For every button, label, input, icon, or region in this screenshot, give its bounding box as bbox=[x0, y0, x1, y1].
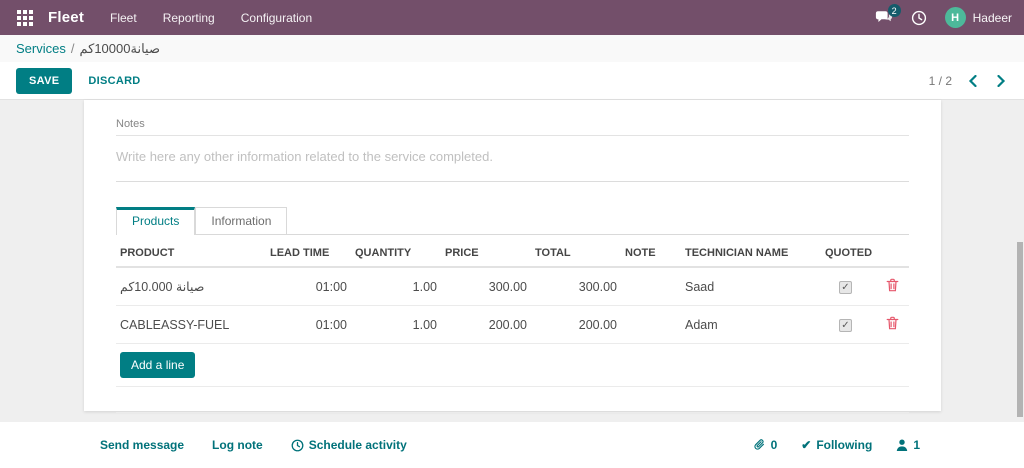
table-row[interactable]: صيانة 10.000كم 01:00 1.00 300.00 300.00 … bbox=[116, 267, 909, 306]
discard-button[interactable]: DISCARD bbox=[88, 75, 140, 87]
col-header-quoted: QUOTED bbox=[821, 239, 876, 267]
table-header-row: PRODUCT LEAD TIME QUANTITY PRICE TOTAL N… bbox=[116, 239, 909, 267]
cell-delete bbox=[876, 306, 909, 344]
add-line-row: Add a line bbox=[116, 344, 909, 387]
cell-quantity[interactable]: 1.00 bbox=[351, 267, 441, 306]
menu-fleet[interactable]: Fleet bbox=[110, 11, 137, 25]
followers-count: 1 bbox=[913, 438, 920, 452]
following-check-icon bbox=[801, 438, 811, 452]
cell-lead-time[interactable]: 01:00 bbox=[266, 267, 351, 306]
products-table: PRODUCT LEAD TIME QUANTITY PRICE TOTAL N… bbox=[116, 239, 909, 413]
tab-information[interactable]: Information bbox=[195, 207, 287, 234]
form-view: Notes Write here any other information r… bbox=[0, 100, 1024, 422]
col-header-product: PRODUCT bbox=[116, 239, 266, 267]
notes-section-label: Notes bbox=[116, 118, 909, 136]
tab-products[interactable]: Products bbox=[116, 207, 195, 235]
cell-quoted bbox=[821, 306, 876, 344]
cell-quoted bbox=[821, 267, 876, 306]
empty-row bbox=[116, 387, 909, 413]
schedule-activity-button[interactable]: Schedule activity bbox=[291, 438, 407, 452]
activities-button[interactable] bbox=[911, 10, 927, 26]
chatter-bar: Send message Log note Schedule activity … bbox=[0, 422, 1024, 468]
chevron-right-icon bbox=[996, 75, 1006, 87]
vertical-scrollbar[interactable] bbox=[1017, 242, 1023, 417]
table-row[interactable]: CABLEASSY-FUEL 01:00 1.00 200.00 200.00 … bbox=[116, 306, 909, 344]
add-line-button[interactable]: Add a line bbox=[120, 352, 195, 378]
person-icon bbox=[896, 439, 908, 452]
record-pager: 1 / 2 bbox=[929, 73, 1008, 89]
attachments-button[interactable]: 0 bbox=[753, 438, 778, 452]
following-label: Following bbox=[816, 438, 872, 452]
messages-button[interactable]: 2 bbox=[875, 10, 893, 25]
avatar: H bbox=[945, 7, 966, 28]
cell-quantity[interactable]: 1.00 bbox=[351, 306, 441, 344]
cell-price[interactable]: 200.00 bbox=[441, 306, 531, 344]
breadcrumb-services-link[interactable]: Services bbox=[16, 41, 66, 56]
cell-price[interactable]: 300.00 bbox=[441, 267, 531, 306]
delete-row-button[interactable] bbox=[884, 314, 901, 335]
pager-count: 1 / 2 bbox=[929, 74, 952, 88]
send-message-button[interactable]: Send message bbox=[100, 438, 184, 452]
col-header-lead-time: LEAD TIME bbox=[266, 239, 351, 267]
col-header-technician: TECHNICIAN NAME bbox=[681, 239, 821, 267]
delete-row-button[interactable] bbox=[884, 276, 901, 297]
form-statusbar: SAVE DISCARD 1 / 2 bbox=[0, 62, 1024, 100]
quoted-checkbox[interactable] bbox=[839, 281, 852, 294]
notes-input-underline bbox=[116, 181, 909, 182]
app-title[interactable]: Fleet bbox=[48, 9, 84, 26]
log-note-button[interactable]: Log note bbox=[212, 438, 263, 452]
col-header-quantity: QUANTITY bbox=[351, 239, 441, 267]
messages-badge: 2 bbox=[888, 4, 901, 17]
pager-previous-button[interactable] bbox=[966, 73, 980, 89]
user-menu[interactable]: H Hadeer bbox=[945, 7, 1012, 28]
paperclip-icon bbox=[753, 438, 766, 452]
trash-icon bbox=[886, 278, 899, 292]
breadcrumb-current: صيانة10000كم bbox=[79, 41, 160, 57]
menu-configuration[interactable]: Configuration bbox=[241, 11, 312, 25]
grid-icon bbox=[17, 10, 33, 26]
schedule-activity-label: Schedule activity bbox=[309, 438, 407, 452]
menu-reporting[interactable]: Reporting bbox=[163, 11, 215, 25]
cell-technician[interactable]: Adam bbox=[681, 306, 821, 344]
quoted-checkbox[interactable] bbox=[839, 319, 852, 332]
cell-delete bbox=[876, 267, 909, 306]
following-button[interactable]: Following bbox=[801, 438, 872, 452]
apps-grid-icon[interactable] bbox=[12, 5, 38, 31]
trash-icon bbox=[886, 316, 899, 330]
notes-textarea[interactable]: Write here any other information related… bbox=[116, 149, 909, 169]
cell-technician[interactable]: Saad bbox=[681, 267, 821, 306]
followers-button[interactable]: 1 bbox=[896, 438, 920, 452]
main-menu: Fleet Reporting Configuration bbox=[110, 11, 312, 25]
breadcrumb: Services / صيانة10000كم bbox=[0, 35, 1024, 62]
col-header-delete bbox=[876, 239, 909, 267]
save-button[interactable]: SAVE bbox=[16, 68, 72, 94]
col-header-price: PRICE bbox=[441, 239, 531, 267]
top-navbar: Fleet Fleet Reporting Configuration 2 H … bbox=[0, 0, 1024, 35]
breadcrumb-separator: / bbox=[71, 41, 75, 56]
schedule-clock-icon bbox=[291, 439, 304, 452]
form-sheet: Notes Write here any other information r… bbox=[84, 100, 941, 411]
notebook-tabs: Products Information bbox=[116, 207, 909, 235]
cell-total[interactable]: 300.00 bbox=[531, 267, 621, 306]
cell-lead-time[interactable]: 01:00 bbox=[266, 306, 351, 344]
cell-product[interactable]: CABLEASSY-FUEL bbox=[116, 306, 266, 344]
user-name: Hadeer bbox=[973, 11, 1012, 25]
col-header-note: NOTE bbox=[621, 239, 681, 267]
attachments-count: 0 bbox=[771, 438, 778, 452]
chevron-left-icon bbox=[968, 75, 978, 87]
cell-note[interactable] bbox=[621, 267, 681, 306]
cell-note[interactable] bbox=[621, 306, 681, 344]
pager-next-button[interactable] bbox=[994, 73, 1008, 89]
cell-total[interactable]: 200.00 bbox=[531, 306, 621, 344]
col-header-total: TOTAL bbox=[531, 239, 621, 267]
clock-icon bbox=[911, 10, 927, 26]
cell-product[interactable]: صيانة 10.000كم bbox=[116, 267, 266, 306]
